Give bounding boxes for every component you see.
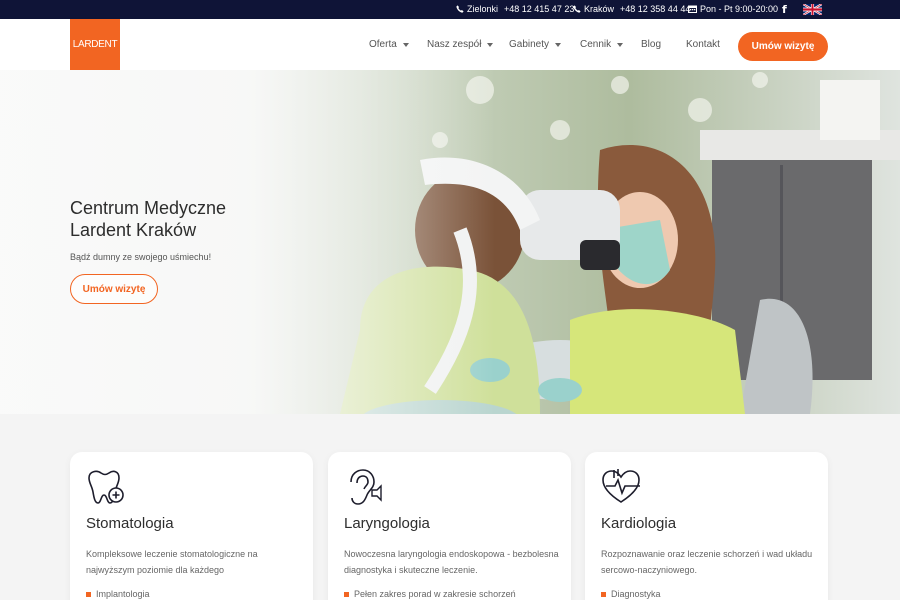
krakow-phone: +48 12 358 44 44: [620, 4, 691, 14]
zielonki-city: Zielonki: [467, 4, 499, 14]
nav-item-blog[interactable]: Blog: [641, 39, 661, 50]
tooth-icon: [88, 470, 124, 504]
nav-item-gabinety[interactable]: Gabinety: [509, 39, 562, 50]
hero-title: Centrum Medyczne Lardent Kraków: [70, 197, 330, 241]
phone-icon: [456, 5, 464, 13]
chevron-down-icon: [555, 42, 562, 47]
chevron-down-icon: [487, 42, 494, 47]
card-title: Stomatologia: [86, 515, 174, 532]
card-description: Kompleksowe leczenie stomatologiczne na …: [86, 549, 258, 575]
card-description: Nowoczesna laryngologia endoskopowa - be…: [344, 549, 559, 575]
card-list-item: Implantologia: [86, 589, 150, 599]
card-list-item: Diagnostyka: [601, 589, 661, 599]
book-appointment-button[interactable]: Umów wizytę: [738, 32, 828, 61]
nav-item-kontakt[interactable]: Kontakt: [686, 39, 720, 50]
nav-label: Gabinety: [509, 39, 550, 50]
hero-book-appointment-button[interactable]: Umów wizytę: [70, 274, 158, 304]
krakow-phone-link[interactable]: Kraków +48 12 358 44 44: [573, 4, 690, 14]
service-card-stomatologia[interactable]: Stomatologia Kompleksowe leczenie stomat…: [70, 452, 313, 600]
hero-title-line-2: Lardent Kraków: [70, 220, 197, 240]
chevron-down-icon: [402, 42, 409, 47]
krakow-city: Kraków: [584, 4, 615, 14]
card-description: Rozpoznawanie oraz leczenie schorzeń i w…: [601, 549, 813, 575]
hero-section: Centrum Medyczne Lardent Kraków Bądź dum…: [0, 70, 900, 414]
hero-overlay: [0, 70, 900, 414]
service-card-kardiologia[interactable]: Kardiologia Rozpoznawanie oraz leczenie …: [585, 452, 828, 600]
card-title: Kardiologia: [601, 515, 677, 532]
zielonki-phone-link[interactable]: Zielonki +48 12 415 47 23: [456, 4, 574, 14]
nav-label: Blog: [641, 39, 662, 50]
nav-item-nasz-zespol[interactable]: Nasz zespół: [427, 39, 494, 50]
calendar-icon: [688, 5, 697, 13]
chevron-down-icon: [617, 42, 624, 47]
nav-item-cennik[interactable]: Cennik: [580, 39, 624, 50]
service-card-laryngologia[interactable]: Laryngologia Nowoczesna laryngologia end…: [328, 452, 571, 600]
top-info-bar: Zielonki +48 12 415 47 23 Kraków +48 12 …: [0, 0, 900, 19]
nav-item-oferta[interactable]: Oferta: [369, 39, 409, 50]
zielonki-phone: +48 12 415 47 23: [504, 4, 575, 14]
hero-title-line-1: Centrum Medyczne: [70, 198, 227, 218]
nav-label: Nasz zespół: [427, 39, 482, 50]
phone-icon: [573, 5, 581, 13]
nav-label: Cennik: [580, 39, 612, 50]
facebook-icon[interactable]: f: [782, 3, 787, 16]
hero-subtitle: Bądź dumny ze swojego uśmiechu!: [70, 252, 212, 262]
card-list-item: Pełen zakres porad w zakresie schorzeń: [344, 589, 516, 599]
opening-hours: Pon - Pt 9:00-20:00: [688, 4, 778, 14]
uk-flag-icon[interactable]: [803, 4, 822, 15]
main-navigation: LARDENT Oferta Nasz zespół Gabinety Cenn…: [0, 19, 900, 70]
nav-label: Kontakt: [686, 39, 720, 50]
heart-icon: [602, 469, 640, 503]
ear-icon: [350, 469, 382, 505]
lardent-logo[interactable]: LARDENT: [70, 19, 120, 70]
nav-label: Oferta: [369, 39, 397, 50]
hours-text: Pon - Pt 9:00-20:00: [700, 4, 779, 14]
card-title: Laryngologia: [344, 515, 430, 532]
